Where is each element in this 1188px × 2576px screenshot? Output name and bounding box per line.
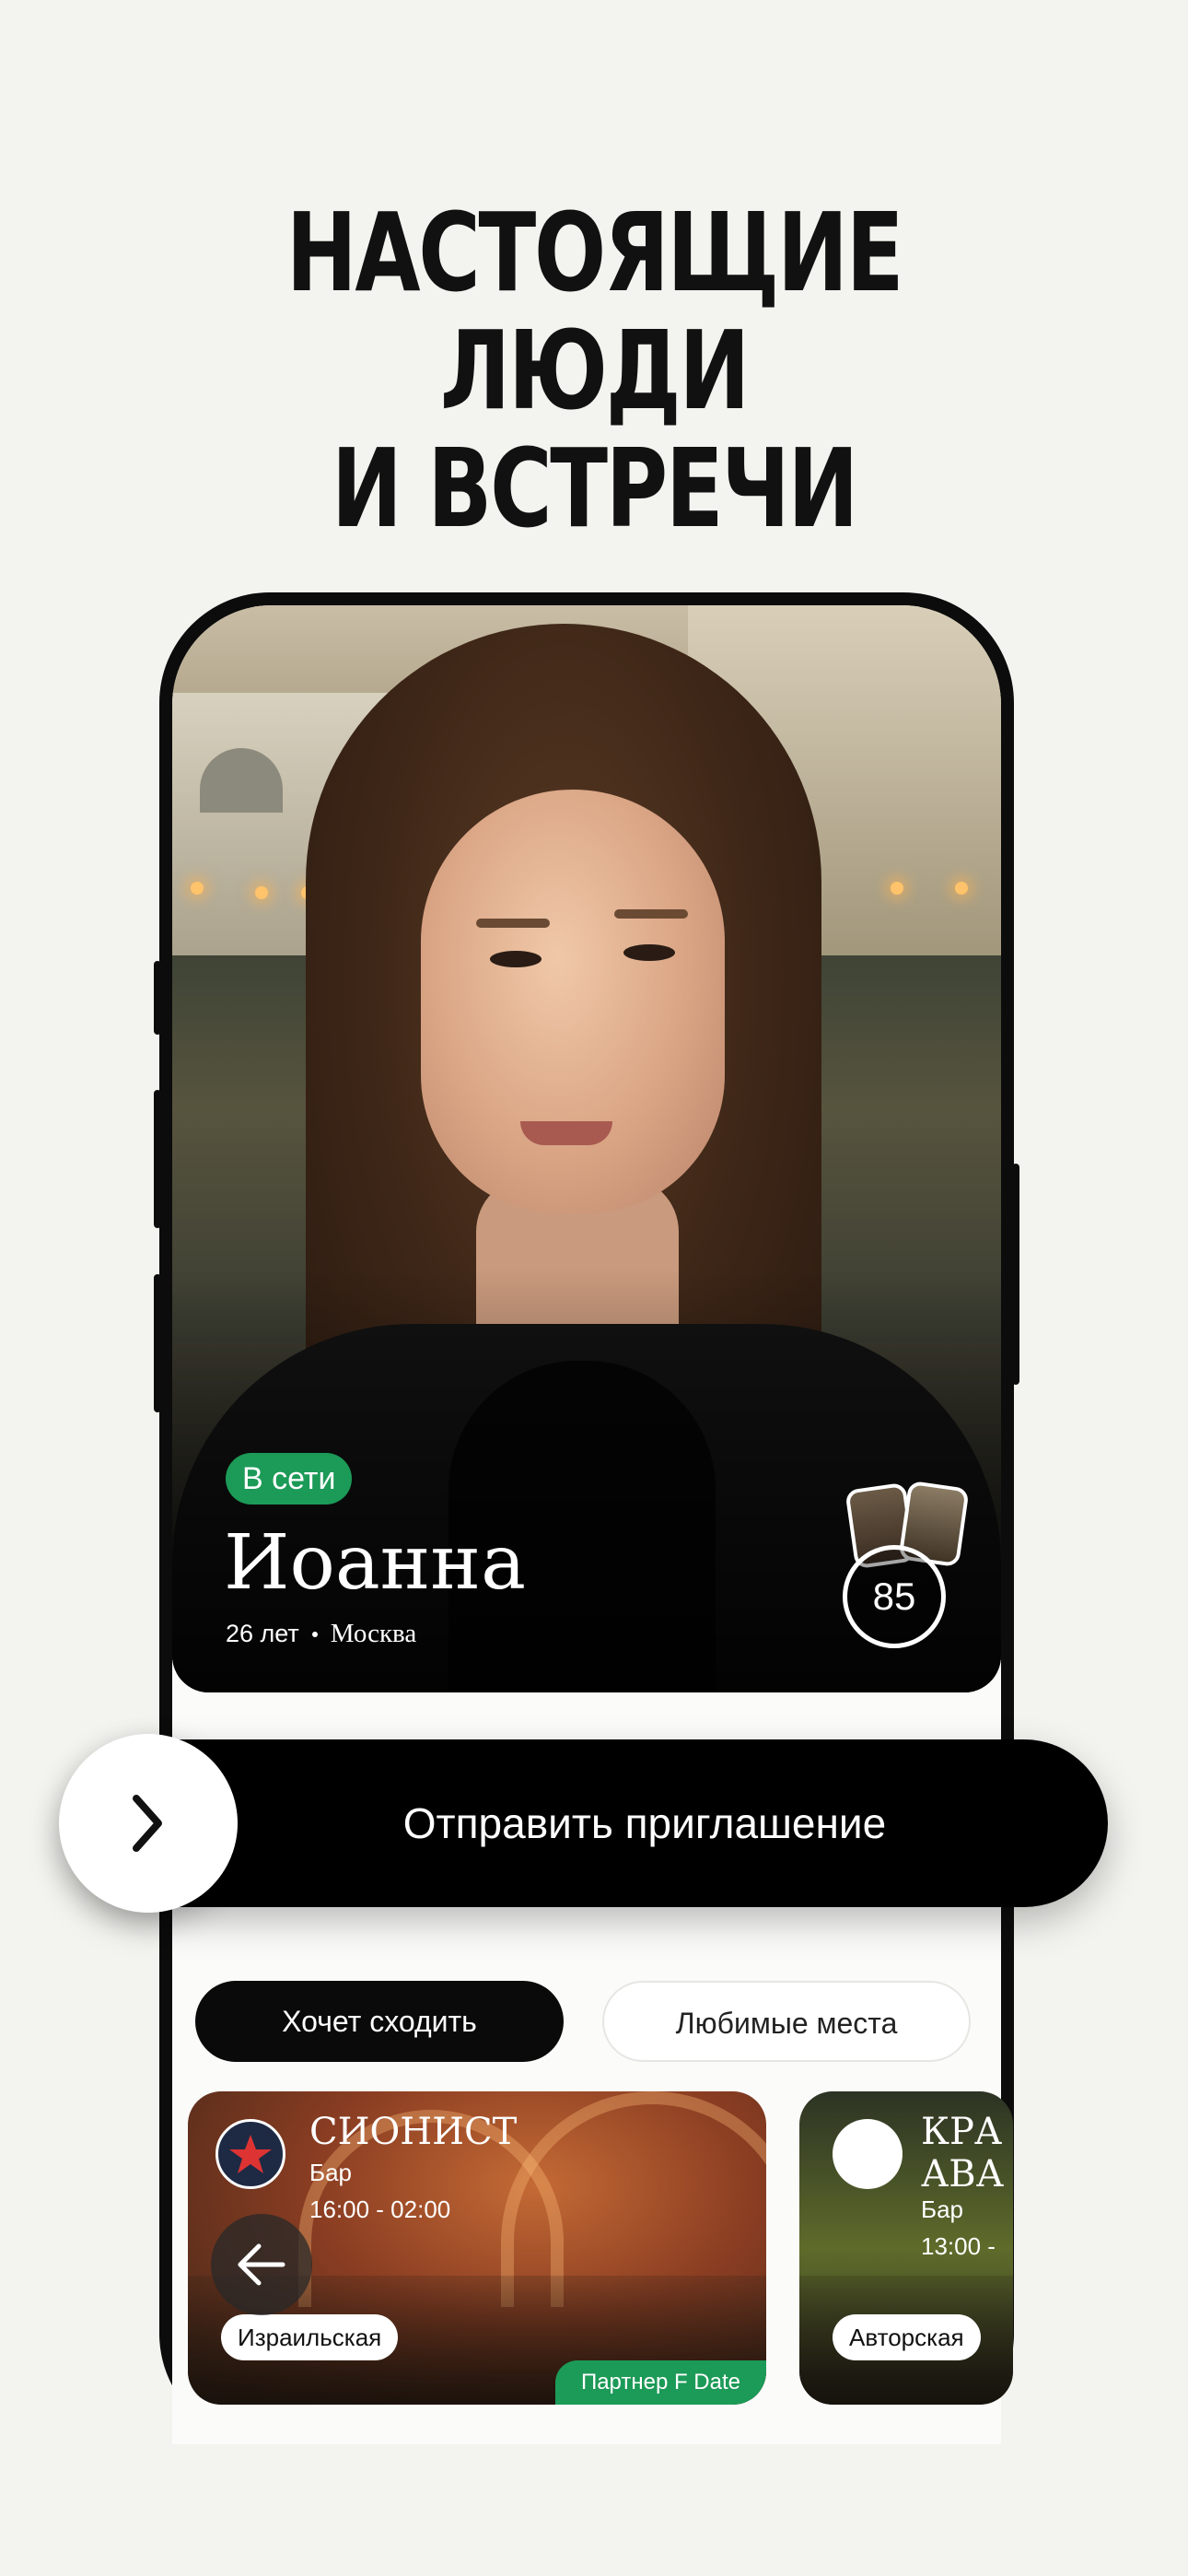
venue-type: Бар [921,2195,963,2223]
arrow-left-icon [238,2243,285,2286]
profile-city: Москва [330,1619,417,1648]
photo-light [955,882,968,895]
phone-side-button [154,1090,161,1228]
send-invitation-label: Отправить приглашение [402,1799,887,1847]
chevron-right-icon[interactable] [59,1734,238,1913]
headline: НАСТОЯЩИЕ ЛЮДИ И ВСТРЕЧИ [131,193,1057,547]
venue-arch [501,2091,766,2307]
photo-face [421,790,725,1213]
star-logo-icon [229,2135,272,2173]
venue-type: Бар [309,2159,352,2186]
profile-name: Иоанна [224,1519,526,1607]
venue-cuisine-tag: Авторская [833,2314,981,2360]
venue-cuisine-tag: Израильская [221,2314,399,2360]
venue-name-line-1: КРА [921,2111,1003,2153]
chevron-right-glyph [133,1795,162,1852]
phone-side-button [1012,1164,1019,1385]
photo-light [255,886,268,899]
tab-wants-to-go[interactable]: Хочет сходить [195,1981,564,2062]
tab-favorite-places[interactable]: Любимые места [602,1981,971,2062]
photo-mouth [520,1121,612,1145]
headline-line-2: И ВСТРЕЧИ [331,425,859,552]
venue-hours: 16:00 - 02:00 [309,2195,451,2223]
online-status-badge: В сети [226,1453,353,1505]
photo-brow [614,909,688,919]
separator-dot [311,1631,318,1637]
venue-name: СИОНИСТ [309,2111,518,2153]
photo-light [191,882,204,895]
profile-photo[interactable]: В сети Иоанна 26 лет Москва 85 [172,605,1001,1692]
venue-card[interactable]: КРА АВА Бар 13:00 - Авторская [799,2091,1013,2405]
venue-hours: 13:00 - [921,2232,996,2260]
photo-light [891,882,903,895]
back-button[interactable] [211,2214,312,2315]
match-score[interactable]: 85 [843,1545,946,1648]
photo-eye [623,944,675,961]
partner-badge: Партнер F Date [554,2360,766,2405]
headline-line-1: НАСТОЯЩИЕ ЛЮДИ [285,189,904,434]
photo-dome [200,748,283,813]
venue-logo [215,2119,285,2189]
phone-side-button [154,1274,161,1412]
photo-brow [476,919,550,928]
venue-name-line-2: АВА [921,2153,1004,2195]
phone-side-button [154,961,161,1035]
send-invitation-button[interactable]: Отправить приглашение [59,1734,1108,1913]
venue-logo [833,2119,903,2189]
photo-eye [490,951,542,967]
profile-age: 26 лет [226,1620,299,1647]
profile-meta: 26 лет Москва [226,1619,416,1649]
